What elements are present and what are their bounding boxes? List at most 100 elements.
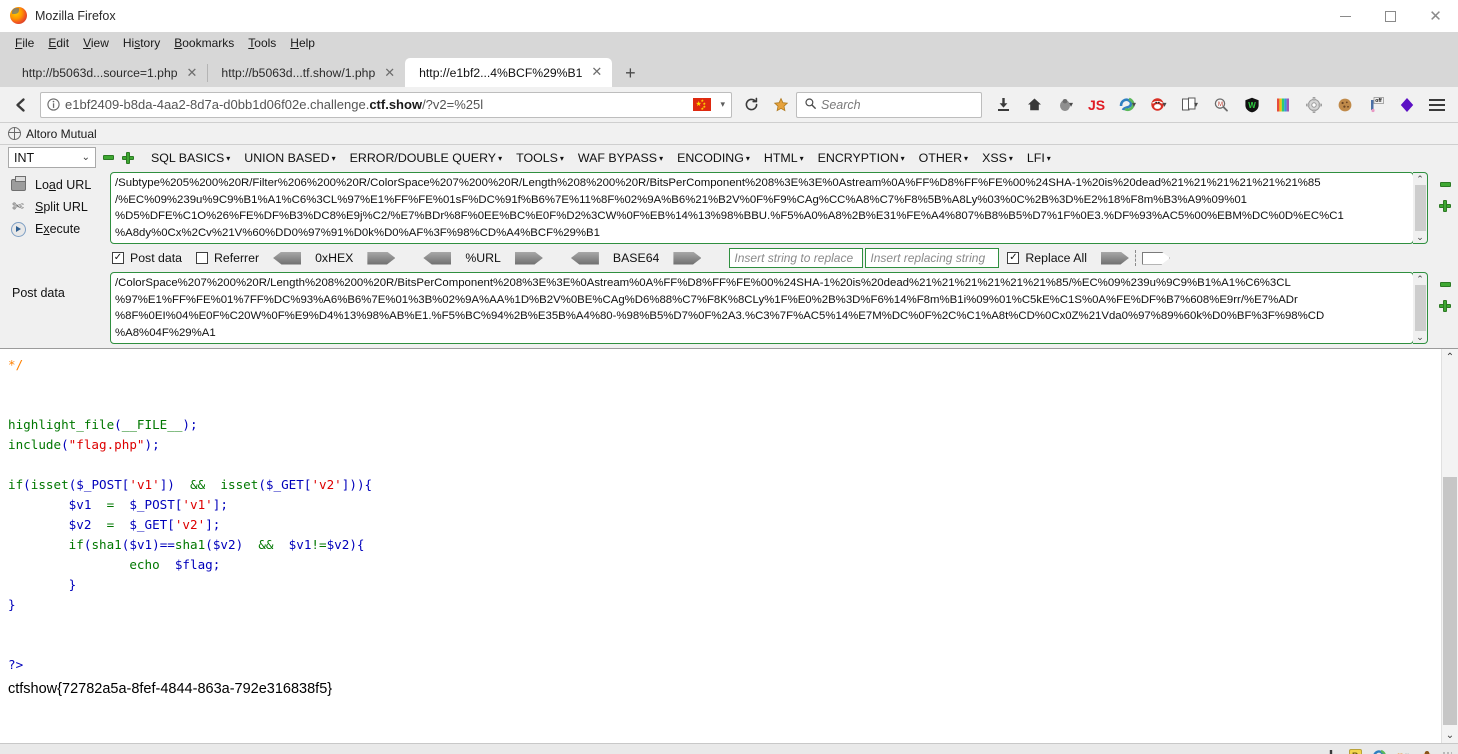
maximize-button[interactable] bbox=[1368, 0, 1413, 32]
url-text[interactable]: e1bf2409-b8da-4aa2-8d7a-d0bb1d06f02e.cha… bbox=[65, 97, 693, 112]
hackbar-menu-encryption[interactable]: ENCRYPTION ▾ bbox=[811, 149, 912, 167]
scroll-down-icon[interactable]: ⌄ bbox=[1416, 232, 1424, 242]
firebug-icon[interactable]: ▾ bbox=[1050, 90, 1081, 120]
chevron-down-icon[interactable]: ▾ bbox=[714, 99, 731, 110]
hackbar-post-remove-button[interactable] bbox=[1437, 276, 1453, 292]
chevron-down-icon[interactable]: ▾ bbox=[1069, 100, 1073, 109]
hackbar-menu-lfi[interactable]: LFI ▾ bbox=[1020, 149, 1058, 167]
tab-close-icon[interactable]: ✕ bbox=[187, 67, 198, 80]
bookmark-star-icon[interactable] bbox=[766, 90, 796, 120]
browser-tab[interactable]: http://b5063d...tf.show/1.php ✕ bbox=[207, 59, 405, 87]
chevron-down-icon[interactable]: ▾ bbox=[1194, 100, 1198, 109]
scroll-up-icon[interactable]: ⌃ bbox=[1446, 349, 1454, 365]
replace-all-checkbox[interactable]: ✓ bbox=[1007, 252, 1020, 264]
hackbar-mode-select[interactable]: INT ⌄ bbox=[8, 147, 96, 168]
hackbar-menu-other[interactable]: OTHER ▾ bbox=[912, 149, 975, 167]
chevron-down-icon[interactable]: ▾ bbox=[1132, 100, 1136, 109]
load-url-button[interactable]: Load URL bbox=[0, 174, 110, 196]
hex-decode-icon[interactable] bbox=[273, 251, 302, 265]
privacy-icon[interactable]: pr bbox=[1394, 747, 1412, 754]
referrer-checkbox[interactable] bbox=[195, 252, 208, 264]
post-data-checkbox[interactable]: ✓ bbox=[112, 252, 124, 264]
zoom-search-icon[interactable]: M bbox=[1205, 90, 1236, 120]
base64-decode-icon[interactable] bbox=[570, 251, 599, 265]
resize-grip[interactable] bbox=[1442, 750, 1452, 754]
browser-tab[interactable]: http://b5063d...source=1.php ✕ bbox=[8, 59, 207, 87]
url-encode-icon[interactable] bbox=[514, 251, 543, 265]
replace-revert-icon[interactable] bbox=[1141, 251, 1170, 265]
split-url-button[interactable]: ✄ Split URL bbox=[0, 196, 110, 218]
menu-item-tools[interactable]: Tools bbox=[241, 34, 283, 52]
chevron-down-icon[interactable]: ▾ bbox=[1162, 100, 1166, 109]
hackbar-menu-waf-bypass[interactable]: WAF BYPASS ▾ bbox=[571, 149, 670, 167]
cookie-manager-icon[interactable]: ▾ bbox=[1143, 90, 1174, 120]
execute-button[interactable]: Execute bbox=[0, 218, 110, 240]
hackbar-post-textarea[interactable]: /ColorSpace%207%200%20R/Length%208%200%2… bbox=[110, 272, 1414, 344]
hackbar-icon[interactable] bbox=[1391, 90, 1422, 120]
browser-tab-active[interactable]: http://e1bf2...4%BCF%29%B1 ✕ bbox=[405, 58, 613, 87]
tab-close-icon[interactable]: ✕ bbox=[384, 67, 395, 80]
scroll-up-icon[interactable]: ⌃ bbox=[1416, 274, 1424, 284]
reload-icon[interactable] bbox=[736, 90, 766, 120]
scrollbar-thumb[interactable] bbox=[1414, 285, 1426, 331]
replace-to-input[interactable]: Insert replacing string bbox=[865, 248, 1000, 268]
close-button[interactable]: ✕ bbox=[1413, 0, 1458, 32]
chevron-down-icon: ⌄ bbox=[81, 152, 90, 163]
cookie-icon[interactable] bbox=[1329, 90, 1360, 120]
pocket-icon[interactable]: P bbox=[1346, 747, 1364, 754]
replace-from-input[interactable]: Insert string to replace bbox=[729, 248, 864, 268]
scroll-up-icon[interactable]: ⌃ bbox=[1416, 174, 1424, 184]
hamburger-menu-icon[interactable] bbox=[1422, 90, 1452, 120]
hackbar-menu-sql-basics[interactable]: SQL BASICS ▾ bbox=[144, 149, 237, 167]
hackbar-menu-encoding[interactable]: ENCODING ▾ bbox=[670, 149, 757, 167]
back-icon[interactable] bbox=[6, 90, 36, 120]
colorzilla-icon[interactable] bbox=[1267, 90, 1298, 120]
settings-gear-icon[interactable] bbox=[1298, 90, 1329, 120]
page-source-icon[interactable]: ▾ bbox=[1174, 90, 1205, 120]
minimize-button[interactable] bbox=[1323, 0, 1368, 32]
scroll-down-icon[interactable]: ⌄ bbox=[1416, 332, 1424, 342]
colorzilla-icon[interactable] bbox=[1370, 747, 1388, 754]
hackbar-remove-button[interactable] bbox=[100, 150, 116, 166]
url-decode-icon[interactable] bbox=[423, 251, 452, 265]
hackbar-menu-tools[interactable]: TOOLS ▾ bbox=[509, 149, 571, 167]
menu-item-view[interactable]: View bbox=[76, 34, 116, 52]
scrollbar-thumb[interactable] bbox=[1443, 477, 1457, 725]
hackbar-menu-html[interactable]: HTML ▾ bbox=[757, 149, 811, 167]
bookmark-item-altoro-mutual[interactable]: Altoro Mutual bbox=[7, 127, 97, 141]
menu-item-help[interactable]: Help bbox=[283, 34, 322, 52]
hex-encode-icon[interactable] bbox=[367, 251, 396, 265]
menu-item-history[interactable]: History bbox=[116, 34, 167, 52]
menu-item-bookmarks[interactable]: Bookmarks bbox=[167, 34, 241, 52]
search-input[interactable]: Search bbox=[796, 91, 982, 118]
hackbar-add-button[interactable] bbox=[120, 150, 136, 166]
hackbar-post-add-button[interactable] bbox=[1437, 298, 1453, 314]
scroll-down-icon[interactable]: ⌄ bbox=[1446, 727, 1454, 743]
replace-apply-icon[interactable] bbox=[1100, 251, 1129, 265]
hackbar-menu-error-double-query[interactable]: ERROR/DOUBLE QUERY ▾ bbox=[343, 149, 509, 167]
hackbar-menu-xss[interactable]: XSS ▾ bbox=[975, 149, 1020, 167]
tamper-data-icon[interactable]: ▾ bbox=[1112, 90, 1143, 120]
hackbar-url-remove-button[interactable] bbox=[1437, 176, 1453, 192]
base64-encode-icon[interactable] bbox=[673, 251, 702, 265]
download-arrow-icon[interactable] bbox=[1322, 747, 1340, 754]
hackbar-url-add-button[interactable] bbox=[1437, 198, 1453, 214]
javascript-toggle-icon[interactable]: JS bbox=[1081, 90, 1112, 120]
home-icon[interactable] bbox=[1019, 90, 1050, 120]
menu-item-edit[interactable]: Edit bbox=[41, 34, 76, 52]
download-icon[interactable] bbox=[988, 90, 1019, 120]
hackbar-url-textarea[interactable]: /Subtype%205%200%20R/Filter%206%200%20R/… bbox=[110, 172, 1414, 244]
scrollbar-thumb[interactable] bbox=[1414, 185, 1426, 231]
hackbar-menu-union-based[interactable]: UNION BASED ▾ bbox=[237, 149, 342, 167]
tab-close-icon[interactable]: ✕ bbox=[591, 66, 602, 79]
noscript-icon[interactable]: off bbox=[1360, 90, 1391, 120]
wappalyzer-icon[interactable]: W bbox=[1236, 90, 1267, 120]
firebug-icon[interactable] bbox=[1418, 747, 1436, 754]
page-scrollbar[interactable]: ⌃ ⌄ bbox=[1441, 349, 1458, 743]
new-tab-button[interactable]: + bbox=[616, 59, 644, 87]
menu-item-file[interactable]: File bbox=[8, 34, 41, 52]
site-info-icon[interactable] bbox=[41, 98, 65, 111]
hackbar-url-scrollbar[interactable]: ⌃ ⌄ bbox=[1413, 172, 1428, 244]
hackbar-post-scrollbar[interactable]: ⌃ ⌄ bbox=[1413, 272, 1428, 344]
url-bar[interactable]: e1bf2409-b8da-4aa2-8d7a-d0bb1d06f02e.cha… bbox=[40, 91, 732, 118]
